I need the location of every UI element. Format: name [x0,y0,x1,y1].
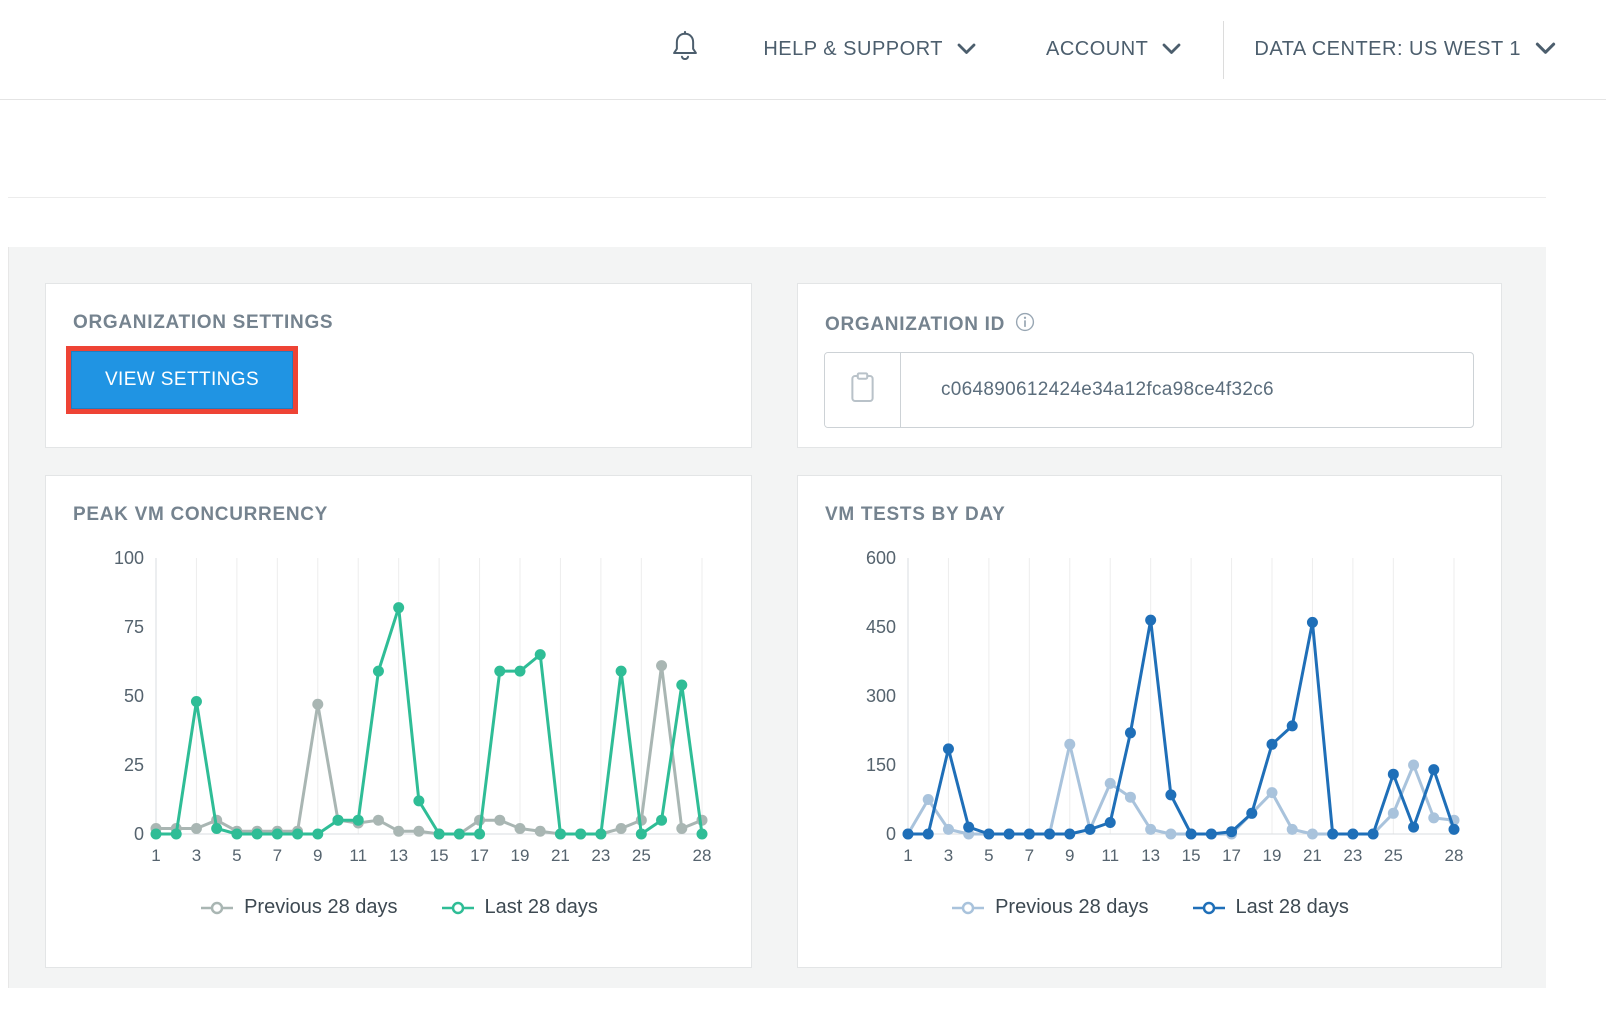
legend-previous-28-days: Previous 28 days [199,896,397,919]
legend-last-28-days: Last 28 days [1191,896,1349,919]
svg-text:600: 600 [866,548,896,568]
notifications-button[interactable] [669,29,701,70]
svg-text:28: 28 [1445,846,1464,865]
peak-vm-concurrency-chart: 025507510013579111315171921232528 [98,544,718,874]
annotation-highlight-box: VIEW SETTINGS [66,346,298,414]
vm-tests-by-day-title-text: VM TESTS BY DAY [825,504,1006,526]
svg-text:11: 11 [349,846,367,865]
peak-vm-concurrency-title-text: PEAK VM CONCURRENCY [73,504,328,526]
svg-text:300: 300 [866,686,896,706]
svg-text:28: 28 [693,846,712,865]
svg-text:21: 21 [551,846,570,865]
vm-tests-by-day-card: VM TESTS BY DAY 015030045060013579111315… [797,475,1502,968]
svg-text:21: 21 [1303,846,1322,865]
organization-settings-card: ORGANIZATION SETTINGS VIEW SETTINGS [45,283,752,448]
legend-label: Last 28 days [485,896,598,919]
data-center-menu[interactable]: DATA CENTER: US WEST 1 [1254,38,1556,61]
svg-text:450: 450 [866,617,896,637]
svg-text:11: 11 [1101,846,1119,865]
line-circle-marker-icon [950,900,986,916]
svg-text:25: 25 [1384,846,1403,865]
section-divider [8,197,1546,198]
account-menu[interactable]: ACCOUNT [1046,38,1181,61]
svg-text:0: 0 [134,824,144,844]
svg-text:17: 17 [470,846,489,865]
vm-tests-by-day-chart: 015030045060013579111315171921232528 [850,544,1470,874]
svg-text:13: 13 [1141,846,1160,865]
organization-id-field[interactable]: c064890612424e34a12fca98ce4f32c6 [824,352,1474,428]
help-support-menu[interactable]: HELP & SUPPORT [763,38,976,61]
svg-text:50: 50 [124,686,144,706]
svg-text:1: 1 [903,846,912,865]
svg-text:75: 75 [124,617,144,637]
chevron-down-icon [957,38,976,61]
organization-settings-title-text: ORGANIZATION SETTINGS [73,312,333,334]
copy-to-clipboard-button[interactable] [825,353,901,427]
info-icon[interactable] [1015,312,1035,338]
svg-text:5: 5 [984,846,993,865]
top-nav-bar: HELP & SUPPORT ACCOUNT DATA CENTER: US W… [0,0,1606,100]
legend-label: Previous 28 days [244,896,397,919]
vm-tests-chart-legend: Previous 28 days Last 28 days [798,896,1501,919]
line-circle-marker-icon [199,900,235,916]
svg-text:9: 9 [313,846,322,865]
svg-text:17: 17 [1222,846,1241,865]
peak-vm-concurrency-card: PEAK VM CONCURRENCY 02550751001357911131… [45,475,752,968]
svg-text:1: 1 [151,846,160,865]
organization-settings-title: ORGANIZATION SETTINGS [73,312,751,334]
peak-chart-legend: Previous 28 days Last 28 days [46,896,751,919]
organization-id-value: c064890612424e34a12fca98ce4f32c6 [941,379,1274,401]
svg-text:23: 23 [591,846,610,865]
clipboard-icon [849,371,876,409]
svg-text:15: 15 [1182,846,1201,865]
svg-text:19: 19 [1263,846,1282,865]
svg-text:25: 25 [632,846,651,865]
svg-text:23: 23 [1343,846,1362,865]
data-center-label: DATA CENTER: US WEST 1 [1254,38,1521,61]
organization-id-title-text: ORGANIZATION ID [825,314,1005,336]
svg-text:25: 25 [124,755,144,775]
svg-text:19: 19 [511,846,530,865]
chevron-down-icon [1535,38,1556,61]
line-circle-marker-icon [1191,900,1227,916]
bell-icon [669,29,701,70]
svg-text:7: 7 [1025,846,1034,865]
svg-text:0: 0 [886,824,896,844]
svg-text:3: 3 [192,846,201,865]
svg-text:7: 7 [273,846,282,865]
svg-text:5: 5 [232,846,241,865]
svg-text:9: 9 [1065,846,1074,865]
svg-text:13: 13 [389,846,408,865]
svg-text:3: 3 [944,846,953,865]
organization-id-title: ORGANIZATION ID [825,312,1501,338]
legend-label: Last 28 days [1236,896,1349,919]
peak-vm-concurrency-title: PEAK VM CONCURRENCY [73,504,751,526]
legend-previous-28-days: Previous 28 days [950,896,1148,919]
svg-text:100: 100 [114,548,144,568]
svg-text:150: 150 [866,755,896,775]
line-circle-marker-icon [440,900,476,916]
nav-divider [1223,21,1224,79]
organization-id-card: ORGANIZATION ID c064890612424e34a12fca98… [797,283,1502,448]
legend-last-28-days: Last 28 days [440,896,598,919]
svg-text:15: 15 [430,846,449,865]
help-support-label: HELP & SUPPORT [763,38,943,61]
view-settings-button[interactable]: VIEW SETTINGS [71,351,293,409]
vm-tests-by-day-title: VM TESTS BY DAY [825,504,1501,526]
chevron-down-icon [1162,38,1181,61]
legend-label: Previous 28 days [995,896,1148,919]
account-label: ACCOUNT [1046,38,1148,61]
